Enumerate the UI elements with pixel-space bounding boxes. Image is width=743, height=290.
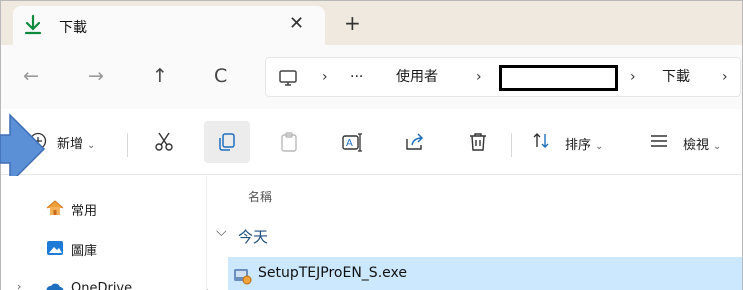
onedrive-icon [46, 283, 64, 290]
expand-chevron-icon[interactable]: › [17, 280, 21, 290]
new-label: 新增 ⌄ [57, 137, 96, 152]
share-icon[interactable] [404, 131, 426, 153]
home-icon [46, 200, 64, 215]
file-name: SetupTEJProEN_S.exe [258, 265, 407, 281]
view-label: 檢視 ⌄ [683, 138, 722, 153]
toolbar-divider [127, 133, 128, 157]
column-header-name[interactable]: 名稱 [248, 188, 272, 205]
navigation-pane: 常用 圖庫 › OneDrive [1, 176, 207, 290]
file-list: 名稱 ⌵ 今天 SetupTEJProEN_S.exe [208, 176, 742, 290]
group-label: 今天 [238, 228, 269, 246]
sort-label: 排序 ⌄ [565, 138, 604, 153]
toolbar-divider [511, 133, 512, 157]
tab-title: 下載 [59, 20, 87, 36]
copy-icon[interactable] [216, 131, 238, 153]
installer-icon [234, 269, 252, 285]
sidebar-item-label: OneDrive [71, 281, 133, 290]
sidebar-item-label: 常用 [71, 204, 98, 219]
breadcrumb-downloads[interactable]: 下載 [662, 68, 690, 86]
breadcrumb-separator: › [722, 69, 728, 85]
breadcrumb-separator: › [322, 69, 328, 85]
gallery-icon [47, 241, 63, 255]
sort-button[interactable]: 排序 ⌄ [531, 129, 621, 153]
redacted-username [499, 65, 618, 91]
breadcrumb-separator: › [476, 69, 482, 85]
delete-icon[interactable] [467, 131, 489, 153]
download-icon [24, 14, 42, 35]
sidebar-item-home[interactable]: 常用 [1, 196, 206, 222]
forward-button[interactable]: → [88, 65, 104, 87]
paste-icon[interactable] [278, 131, 300, 153]
chevron-down-icon: ⌵ [216, 224, 227, 240]
close-tab-icon[interactable]: ✕ [289, 14, 304, 34]
command-bar: 新增 ⌄ A 排序 ⌄ 檢視 ⌄ [1, 109, 742, 175]
navigation-bar: ← → ↑ C › ··· 使用者 › › 下載 › [1, 45, 742, 109]
table-row[interactable]: SetupTEJProEN_S.exe [228, 257, 742, 290]
up-button[interactable]: ↑ [152, 65, 168, 87]
sidebar-item-onedrive[interactable]: › OneDrive [1, 276, 206, 290]
sort-icon [533, 133, 549, 148]
breadcrumb-more[interactable]: ··· [350, 68, 363, 86]
breadcrumb-separator: › [630, 69, 636, 85]
callout-arrow-icon [0, 113, 46, 185]
sidebar-item-gallery[interactable]: 圖庫 [1, 236, 206, 262]
breadcrumb-users[interactable]: 使用者 [396, 68, 438, 86]
view-button[interactable]: 檢視 ⌄ [649, 129, 741, 153]
tab-downloads[interactable]: 下載 ✕ [13, 6, 325, 45]
back-button[interactable]: ← [23, 65, 39, 87]
sidebar-item-label: 圖庫 [71, 244, 98, 259]
cut-icon[interactable] [153, 131, 175, 153]
address-bar[interactable]: › ··· 使用者 › › 下載 › [265, 57, 741, 97]
rename-icon[interactable]: A [341, 131, 363, 153]
this-pc-icon[interactable] [278, 68, 298, 88]
view-icon [651, 135, 667, 147]
svg-text:A: A [346, 138, 353, 149]
new-tab-button[interactable]: + [344, 13, 361, 33]
refresh-button[interactable]: C [214, 65, 227, 87]
tab-strip: 下載 ✕ + [1, 1, 742, 45]
